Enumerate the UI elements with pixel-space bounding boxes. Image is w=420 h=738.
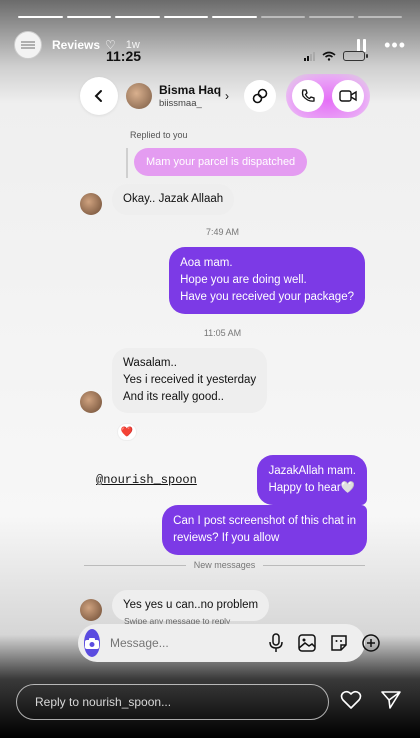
link-icon bbox=[252, 88, 268, 104]
mic-icon[interactable] bbox=[267, 633, 285, 653]
story-viewer: Reviews ♡ 1w ••• 11:25 Bisma Haq biissma… bbox=[0, 0, 420, 738]
divider-line bbox=[84, 564, 186, 566]
chat-avatar[interactable] bbox=[126, 83, 152, 109]
gallery-icon[interactable] bbox=[297, 633, 317, 653]
message-thread: Replied to you Mam your parcel is dispat… bbox=[80, 130, 365, 413]
sticker-icon[interactable] bbox=[329, 633, 349, 653]
incoming-message[interactable]: Wasalam.. Yes i received it yesterday An… bbox=[80, 348, 365, 413]
heart-reaction[interactable]: ❤️ bbox=[118, 424, 136, 440]
phone-status-bar: 11:25 bbox=[70, 48, 368, 64]
composer-actions bbox=[267, 633, 381, 653]
message-line: JazakAllah mam. bbox=[268, 465, 356, 477]
heart-icon[interactable] bbox=[340, 690, 362, 710]
clock: 11:25 bbox=[106, 48, 142, 64]
plus-icon[interactable] bbox=[361, 633, 381, 653]
sender-avatar bbox=[80, 193, 102, 215]
quoted-bubble: Mam your parcel is dispatched bbox=[134, 148, 308, 176]
story-avatar[interactable] bbox=[14, 31, 42, 59]
chat-header-actions bbox=[244, 74, 370, 118]
camera-button[interactable] bbox=[84, 629, 100, 657]
chat-header: Bisma Haq biissmaa_ › bbox=[80, 74, 370, 118]
chevron-right-icon[interactable]: › bbox=[225, 89, 229, 103]
replied-label: Replied to you bbox=[130, 130, 188, 140]
message-bubble: Wasalam.. Yes i received it yesterday An… bbox=[112, 348, 268, 413]
battery-icon bbox=[343, 51, 368, 61]
call-buttons bbox=[286, 74, 370, 118]
back-icon bbox=[94, 90, 102, 102]
message-input[interactable] bbox=[108, 635, 267, 651]
message-line: Can I post screenshot of this chat in bbox=[173, 515, 356, 527]
message-line: Aoa mam. bbox=[180, 257, 233, 269]
timestamp: 11:05 AM bbox=[203, 328, 242, 338]
progress-segment bbox=[212, 16, 257, 18]
signal-icon bbox=[304, 51, 315, 61]
progress-segment bbox=[115, 16, 160, 18]
message-bubble: JazakAllah mam. Happy to hear🤍 bbox=[257, 455, 367, 505]
status-icons bbox=[304, 51, 368, 61]
message-line: Happy to hear🤍 bbox=[268, 482, 355, 494]
sender-avatar bbox=[80, 391, 102, 413]
message-bubble: Can I post screenshot of this chat in re… bbox=[162, 505, 367, 555]
send-icon[interactable] bbox=[380, 690, 402, 710]
story-reply-field[interactable] bbox=[16, 684, 329, 720]
story-progress bbox=[18, 16, 402, 18]
message-bubble: Aoa mam. Hope you are doing well. Have y… bbox=[169, 247, 365, 314]
message-line: Hope you are doing well. bbox=[180, 274, 307, 286]
link-button[interactable] bbox=[244, 80, 276, 112]
new-messages-label: New messages bbox=[193, 560, 256, 570]
message-bubble: Okay.. Jazak Allaah bbox=[112, 184, 235, 215]
back-button[interactable] bbox=[80, 77, 118, 115]
camera-icon bbox=[85, 637, 99, 649]
progress-segment bbox=[309, 16, 354, 18]
chat-name: Bisma Haq bbox=[159, 83, 222, 97]
message-line: And its really good.. bbox=[123, 391, 225, 403]
logo-icon bbox=[21, 41, 35, 49]
more-icon[interactable]: ••• bbox=[384, 36, 406, 54]
sender-avatar bbox=[80, 599, 102, 621]
video-call-button[interactable] bbox=[332, 80, 364, 112]
message-line: Yes i received it yesterday bbox=[123, 374, 257, 386]
divider-line bbox=[263, 564, 365, 566]
chat-identity[interactable]: Bisma Haq biissmaa_ bbox=[159, 83, 221, 109]
outgoing-message[interactable]: Can I post screenshot of this chat in re… bbox=[162, 505, 367, 555]
outgoing-message[interactable]: JazakAllah mam. Happy to hear🤍 bbox=[257, 455, 367, 505]
phone-icon bbox=[301, 89, 315, 102]
story-reply-input[interactable] bbox=[33, 694, 312, 710]
wifi-icon bbox=[322, 51, 336, 61]
story-reply-actions bbox=[340, 690, 402, 710]
brand-sticker: @nourish_spoon bbox=[96, 473, 197, 487]
progress-segment bbox=[163, 16, 208, 18]
message-line: reviews? If you allow bbox=[173, 532, 280, 544]
chat-handle: biissmaa_ bbox=[159, 98, 202, 109]
video-icon bbox=[339, 90, 357, 102]
message-line: Have you received your package? bbox=[180, 291, 354, 303]
outgoing-message[interactable]: Aoa mam. Hope you are doing well. Have y… bbox=[80, 247, 365, 314]
progress-segment bbox=[260, 16, 305, 18]
new-messages-divider: New messages bbox=[84, 560, 365, 570]
progress-segment bbox=[357, 16, 402, 18]
message-line: Wasalam.. bbox=[123, 357, 177, 369]
timestamp: 7:49 AM bbox=[205, 227, 240, 237]
audio-call-button[interactable] bbox=[292, 80, 324, 112]
quoted-message[interactable]: Mam your parcel is dispatched bbox=[126, 148, 365, 178]
progress-segment bbox=[66, 16, 111, 18]
incoming-message[interactable]: Okay.. Jazak Allaah bbox=[80, 184, 365, 215]
progress-segment bbox=[18, 16, 63, 18]
message-composer bbox=[78, 624, 380, 662]
